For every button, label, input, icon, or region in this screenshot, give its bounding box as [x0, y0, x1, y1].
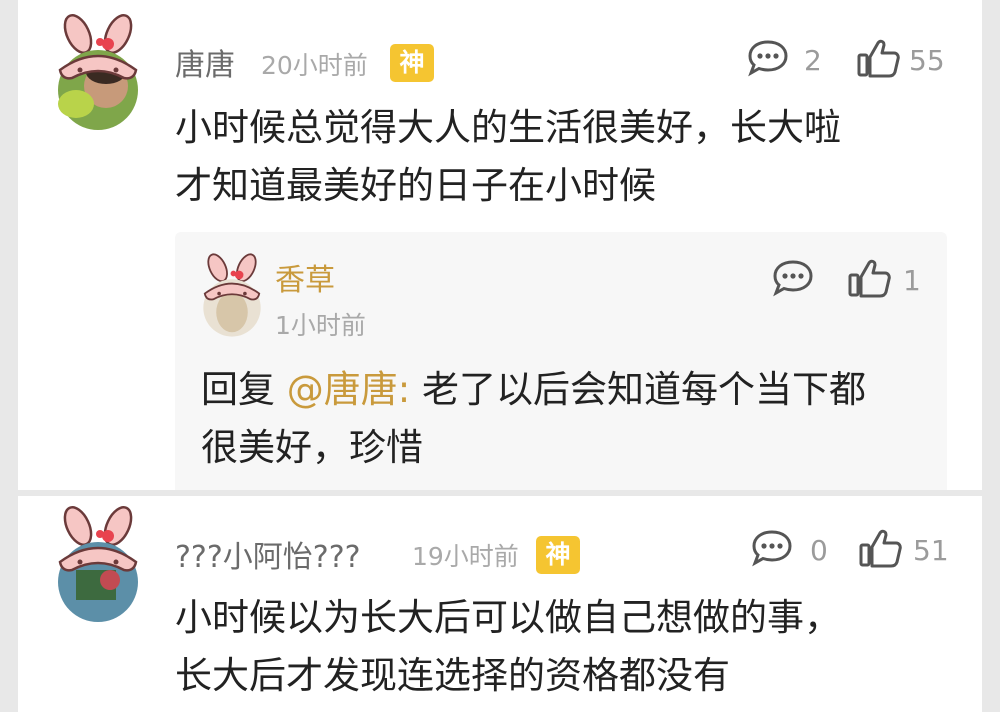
comment-text-line: 长大后才发现连选择的资格都没有 [175, 654, 730, 697]
comment-text-line: 小时候总觉得大人的生活很美好，长大啦 [175, 106, 841, 149]
speech-bubble-icon[interactable] [771, 258, 815, 298]
comment-text: 小时候总觉得大人的生活很美好，长大啦 才知道最美好的日子在小时候 [175, 99, 841, 215]
reply-text-line: 回复 @唐唐: 老了以后会知道每个当下都 [201, 361, 866, 419]
comment-count: 2 [804, 44, 822, 77]
thumbs-up-icon[interactable] [858, 527, 904, 569]
speech-bubble-icon[interactable] [746, 38, 790, 78]
god-comment-badge: 神 [536, 536, 580, 574]
like-count: 51 [913, 534, 949, 567]
speech-bubble-icon[interactable] [750, 528, 794, 568]
comment-time: 19小时前 [412, 542, 519, 571]
comment-text-line: 小时候以为长大后可以做自己想做的事， [175, 596, 841, 639]
comment-card: ???小阿怡??? 19小时前 神 0 51 小时候以为长大后可以做自己想做的事… [18, 496, 982, 712]
comment-card: 唐唐 20小时前 神 2 55 小时候总觉得大人的生活很美好，长大啦 才知道最美… [18, 0, 982, 490]
reply-prefix: 回复 [201, 368, 287, 411]
like-count: 1 [903, 264, 921, 297]
avatar[interactable] [50, 504, 146, 624]
reply-box: 香草 1小时前 1 回复 @唐唐: 老了以后会知道每个当下都 很美好，珍惜 [175, 232, 947, 490]
avatar[interactable] [50, 12, 146, 132]
thumbs-up-icon[interactable] [847, 257, 893, 299]
reply-text-content: 老了以后会知道每个当下都 [410, 368, 866, 411]
reply-text: 回复 @唐唐: 老了以后会知道每个当下都 很美好，珍惜 [201, 361, 866, 477]
reply-time: 1小时前 [275, 311, 366, 340]
reply-username[interactable]: 香草 [275, 255, 335, 299]
comment-username[interactable]: 唐唐 [175, 40, 235, 84]
comment-username[interactable]: ???小阿怡??? [175, 532, 361, 576]
comment-time: 20小时前 [261, 51, 368, 80]
thumbs-up-icon[interactable] [856, 37, 902, 79]
comment-page: 唐唐 20小时前 神 2 55 小时候总觉得大人的生活很美好，长大啦 才知道最美… [0, 0, 1000, 712]
comment-text-line: 才知道最美好的日子在小时候 [175, 164, 656, 207]
avatar[interactable] [197, 252, 267, 338]
reply-text-line: 很美好，珍惜 [201, 426, 423, 469]
comment-count: 0 [810, 534, 828, 567]
reply-mention[interactable]: @唐唐: [287, 368, 410, 411]
comment-text: 小时候以为长大后可以做自己想做的事， 长大后才发现连选择的资格都没有 [175, 589, 841, 705]
god-comment-badge: 神 [390, 44, 434, 82]
like-count: 55 [909, 44, 945, 77]
